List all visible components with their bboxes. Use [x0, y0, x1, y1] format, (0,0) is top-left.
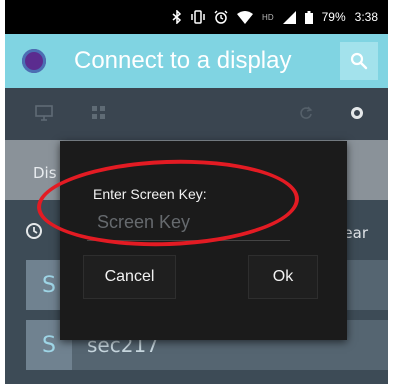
- refresh-icon[interactable]: [299, 105, 313, 125]
- bluetooth-icon: [172, 10, 182, 24]
- history-clock-icon: [25, 222, 43, 244]
- status-bar: HD 79% 3:38: [5, 0, 388, 34]
- grid-icon[interactable]: [91, 105, 107, 125]
- search-button[interactable]: [340, 42, 378, 80]
- gear-icon[interactable]: [349, 105, 365, 125]
- search-icon: [350, 52, 368, 70]
- cancel-button[interactable]: Cancel: [83, 255, 176, 299]
- page-title: Connect to a display: [74, 47, 292, 74]
- monitor-icon[interactable]: [35, 105, 53, 125]
- alarm-icon: [214, 10, 228, 24]
- wifi-icon: [237, 10, 254, 24]
- ok-button[interactable]: Ok: [248, 255, 318, 299]
- toolbar: [5, 88, 388, 140]
- app-logo-icon: [22, 49, 46, 73]
- network-type: HD: [262, 12, 274, 22]
- battery-icon: [304, 10, 313, 24]
- section-label: Dis: [33, 164, 57, 182]
- dialog-title: Enter Screen Key:: [93, 186, 207, 202]
- screen-key-input[interactable]: [87, 205, 290, 241]
- app-bar: Connect to a display: [5, 34, 388, 88]
- screen-key-dialog: Enter Screen Key: Cancel Ok: [60, 141, 347, 340]
- battery-percent: 79%: [321, 10, 346, 24]
- phone-screen: HD 79% 3:38 Connect to a display Dis lea…: [5, 0, 388, 384]
- vibrate-icon: [191, 10, 205, 24]
- clock: 3:38: [354, 10, 378, 24]
- signal-icon: [282, 10, 296, 24]
